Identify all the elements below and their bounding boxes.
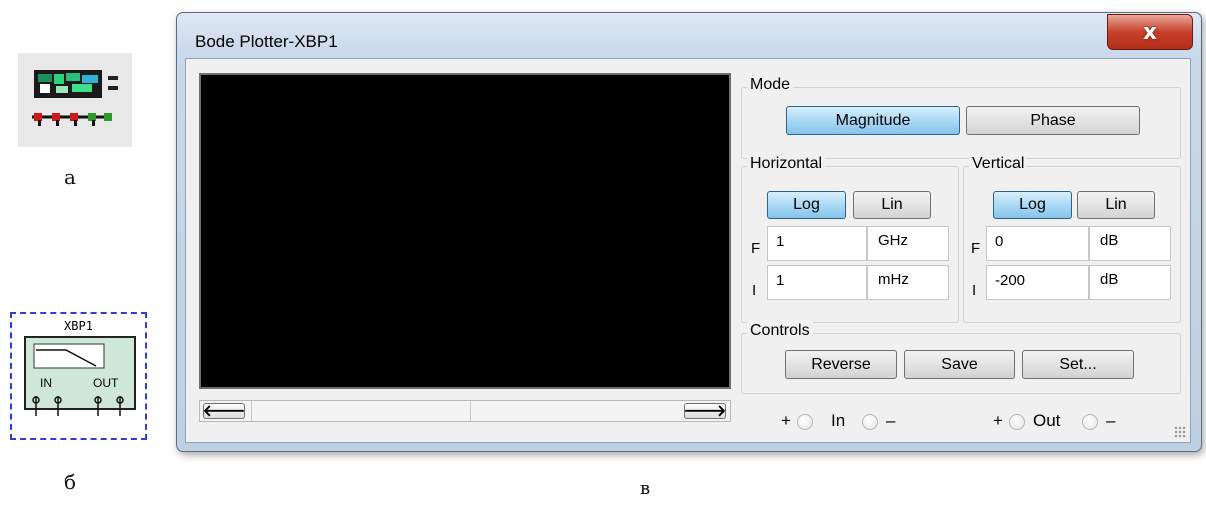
in-label: In bbox=[831, 411, 846, 430]
magnitude-button[interactable]: Magnitude bbox=[786, 106, 960, 135]
arrow-left-icon: 🡐 bbox=[202, 401, 246, 420]
horizontal-log-button[interactable]: Log bbox=[767, 191, 846, 219]
bode-plotter-window: Bode Plotter-XBP1 x 🡐 🡒 Mode Magnitude P… bbox=[176, 12, 1202, 452]
reverse-button[interactable]: Reverse bbox=[785, 350, 897, 379]
out-minus-label: – bbox=[1106, 411, 1116, 430]
vertical-initial-input[interactable]: -200 bbox=[986, 265, 1089, 300]
vertical-final-unit[interactable]: dB bbox=[1089, 226, 1171, 261]
vertical-label: Vertical bbox=[969, 155, 1028, 173]
horizontal-label: Horizontal bbox=[747, 155, 826, 173]
window-client-area: 🡐 🡒 Mode Magnitude Phase Horizontal Log … bbox=[185, 58, 1191, 443]
resize-grip-icon[interactable] bbox=[1174, 426, 1186, 438]
scroll-right-button[interactable]: 🡒 bbox=[684, 403, 726, 419]
in-minus-terminal[interactable] bbox=[862, 414, 878, 430]
close-icon: x bbox=[1142, 19, 1158, 45]
in-minus-label: – bbox=[886, 411, 896, 430]
horizontal-initial-input[interactable]: 1 bbox=[767, 265, 867, 300]
save-button[interactable]: Save bbox=[904, 350, 1015, 379]
symbol-out-label: OUT bbox=[93, 376, 119, 390]
vertical-initial-unit[interactable]: dB bbox=[1089, 265, 1171, 300]
controls-label: Controls bbox=[747, 322, 813, 340]
out-plus-label: + bbox=[993, 411, 1003, 430]
horizontal-initial-unit[interactable]: mHz bbox=[867, 265, 949, 300]
out-plus-terminal[interactable] bbox=[1009, 414, 1025, 430]
horizontal-final-input[interactable]: 1 bbox=[767, 226, 867, 261]
vertical-final-label: F bbox=[971, 240, 981, 257]
symbol-body: IN OUT bbox=[24, 336, 136, 410]
scroll-left-button[interactable]: 🡐 bbox=[203, 403, 245, 419]
horizontal-lin-button[interactable]: Lin bbox=[853, 191, 931, 219]
scroll-segment bbox=[470, 401, 471, 421]
horizontal-initial-label: I bbox=[752, 282, 757, 299]
bode-plotter-icon bbox=[32, 70, 118, 126]
vertical-initial-label: I bbox=[972, 282, 977, 299]
horizontal-final-label: F bbox=[751, 240, 761, 257]
window-title: Bode Plotter-XBP1 bbox=[195, 32, 338, 51]
in-plus-terminal[interactable] bbox=[797, 414, 813, 430]
mode-label: Mode bbox=[747, 76, 794, 94]
caption-a: а bbox=[64, 165, 76, 189]
close-button[interactable]: x bbox=[1107, 14, 1193, 50]
bode-plotter-toolbar-icon bbox=[18, 53, 132, 147]
symbol-in-label: IN bbox=[40, 376, 52, 390]
horizontal-final-unit[interactable]: GHz bbox=[867, 226, 949, 261]
vertical-final-input[interactable]: 0 bbox=[986, 226, 1089, 261]
plot-display[interactable] bbox=[199, 73, 731, 389]
out-minus-terminal[interactable] bbox=[1082, 414, 1098, 430]
vertical-lin-button[interactable]: Lin bbox=[1077, 191, 1155, 219]
in-plus-label: + bbox=[781, 411, 791, 430]
caption-c: в bbox=[640, 478, 651, 499]
caption-b: б bbox=[64, 470, 77, 494]
set-button[interactable]: Set... bbox=[1022, 350, 1134, 379]
filter-response-icon bbox=[33, 343, 105, 369]
scroll-segment bbox=[251, 401, 252, 421]
vertical-log-button[interactable]: Log bbox=[993, 191, 1072, 219]
symbol-title: XBP1 bbox=[64, 319, 93, 333]
plot-scrollbar[interactable]: 🡐 🡒 bbox=[199, 400, 731, 422]
arrow-right-icon: 🡒 bbox=[683, 401, 727, 420]
out-label: Out bbox=[1033, 411, 1061, 430]
phase-button[interactable]: Phase bbox=[966, 106, 1140, 135]
bode-plotter-symbol[interactable]: XBP1 IN OUT bbox=[10, 312, 147, 440]
